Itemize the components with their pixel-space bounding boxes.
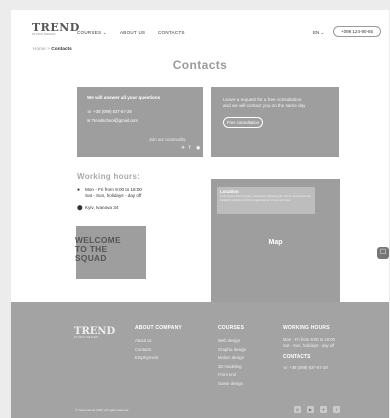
working-hours-schedule: ● Mon - Fri from 9:00 to 18:00 Sat - Sun,… [77,187,142,199]
mail-icon: ✉ [87,118,91,123]
footer: TREND STUDIO DESIGN ABOUT COMPANY About … [11,302,389,418]
instagram-icon[interactable]: ◉ [196,145,200,151]
phone-button[interactable]: +098 124-90-65 [333,26,381,37]
logo[interactable]: TREND STUDIO DESIGN [32,21,80,37]
footer-link[interactable]: Web design [218,337,246,346]
youtube-icon[interactable]: ▶ [307,406,314,413]
footer-hours-title: WORKING HOURS [283,325,330,331]
telegram-icon[interactable]: ✈ [320,406,327,413]
footer-phone-number: +38 (099) 837-67-28 [289,365,328,370]
telegram-icon[interactable]: ✈ [181,145,185,151]
breadcrumb: Home > Contacts [33,47,72,52]
location-text: Lorem ipsum dolor sit amet, consectetur … [220,195,311,202]
main-nav: COURSES ⌄ ABOUT US CONTACTS [77,30,198,36]
facebook-icon[interactable]: f [189,145,190,151]
hours-weekend: Sat - Sun, holidays - day off [85,193,142,198]
nav-courses[interactable]: COURSES ⌄ [77,30,120,36]
footer-hours-weekend: Sat - Sun, holidays - day off [283,342,335,348]
squad-text: WELCOME TO THE SQUAD [75,236,121,263]
contact-email-row[interactable]: ✉ Trendschool@gmail.com [87,118,138,123]
phone-icon: ☏ [87,109,93,114]
contact-card: We will answer all your questions ☏ +38 … [77,87,203,157]
page-title: Contacts [172,58,228,72]
free-consultation-button[interactable]: Free consultation [223,117,263,128]
location-title: Location [220,189,239,194]
breadcrumb-separator: > [47,47,50,52]
nav-contacts[interactable]: CONTACTS [158,30,198,36]
location-pin-icon: ⬤ [77,205,83,211]
footer-logo[interactable]: TREND STUDIO DESIGN [74,326,116,340]
footer-link[interactable]: Front end [218,371,246,380]
facebook-icon[interactable]: f [333,406,340,413]
map-label: Map [268,239,283,246]
clock-icon: ● [77,187,81,193]
footer-link[interactable]: Motion design [218,354,246,363]
contact-card-heading: We will answer all your questions [87,95,161,100]
instagram-icon[interactable]: ◎ [294,406,301,413]
footer-link[interactable]: 3D modeling [218,363,246,372]
consultation-text: Leave a request for a free consultation … [223,97,305,109]
footer-logo-main: TREND [74,326,116,337]
breadcrumb-current: Contacts [51,47,72,52]
footer-hours-weekdays: Mon - Fri from 9:00 to 18:00 [283,337,335,342]
location-box: Location Lorem ipsum dolor sit amet, con… [217,187,315,214]
address: Kyiv, Ivanova 34 [85,205,119,210]
footer-about-column: ABOUT COMPANY About us Contacts Employme… [135,325,182,363]
footer-link[interactable]: Graphic design [218,346,246,355]
address-row: ⬤ Kyiv, Ivanova 34 [77,205,118,211]
footer-courses-title: COURSES [218,325,245,331]
community-label: Join our community: [149,137,187,142]
footer-hours-column: WORKING HOURS Mon - Fri from 9:00 to 18:… [283,325,335,373]
footer-link[interactable]: Game design [218,380,246,389]
logo-main: TREND [32,21,80,34]
footer-link[interactable]: Contacts [135,346,182,355]
footer-link[interactable]: Employment [135,354,182,363]
working-hours-title: Working hours: [77,172,141,181]
contact-phone: +38 (099) 837-67-28 [93,109,132,114]
copyright: © Trend school 2023, All rights reserved [75,408,129,412]
footer-contacts-title: CONTACTS [283,354,311,360]
chat-icon[interactable]: ☐ [377,247,389,259]
header: TREND STUDIO DESIGN COURSES ⌄ ABOUT US C… [11,10,389,46]
consultation-card: Leave a request for a free consultation … [211,87,339,157]
contact-email: Trendschool@gmail.com [91,118,138,123]
map[interactable]: Location Lorem ipsum dolor sit amet, con… [211,179,340,302]
squad-line-3: SQUAD [75,253,107,263]
footer-about-title: ABOUT COMPANY [135,325,182,331]
breadcrumb-home[interactable]: Home [33,47,46,52]
footer-link[interactable]: About us [135,337,182,346]
footer-phone[interactable]: ☏ +38 (099) 837-67-28 [283,364,335,373]
contact-phone-row[interactable]: ☏ +38 (099) 837-67-28 [87,109,132,114]
consultation-line-2: and we will contact you on the same day [223,103,306,109]
page: TREND STUDIO DESIGN COURSES ⌄ ABOUT US C… [11,10,389,418]
language-selector[interactable]: EN ⌄ [313,30,324,36]
hours-weekdays: Mon - Fri from 9:00 to 18:00 [85,187,142,192]
footer-courses-column: COURSES Web design Graphic design Motion… [218,325,246,388]
nav-about-us[interactable]: ABOUT US [120,30,158,36]
